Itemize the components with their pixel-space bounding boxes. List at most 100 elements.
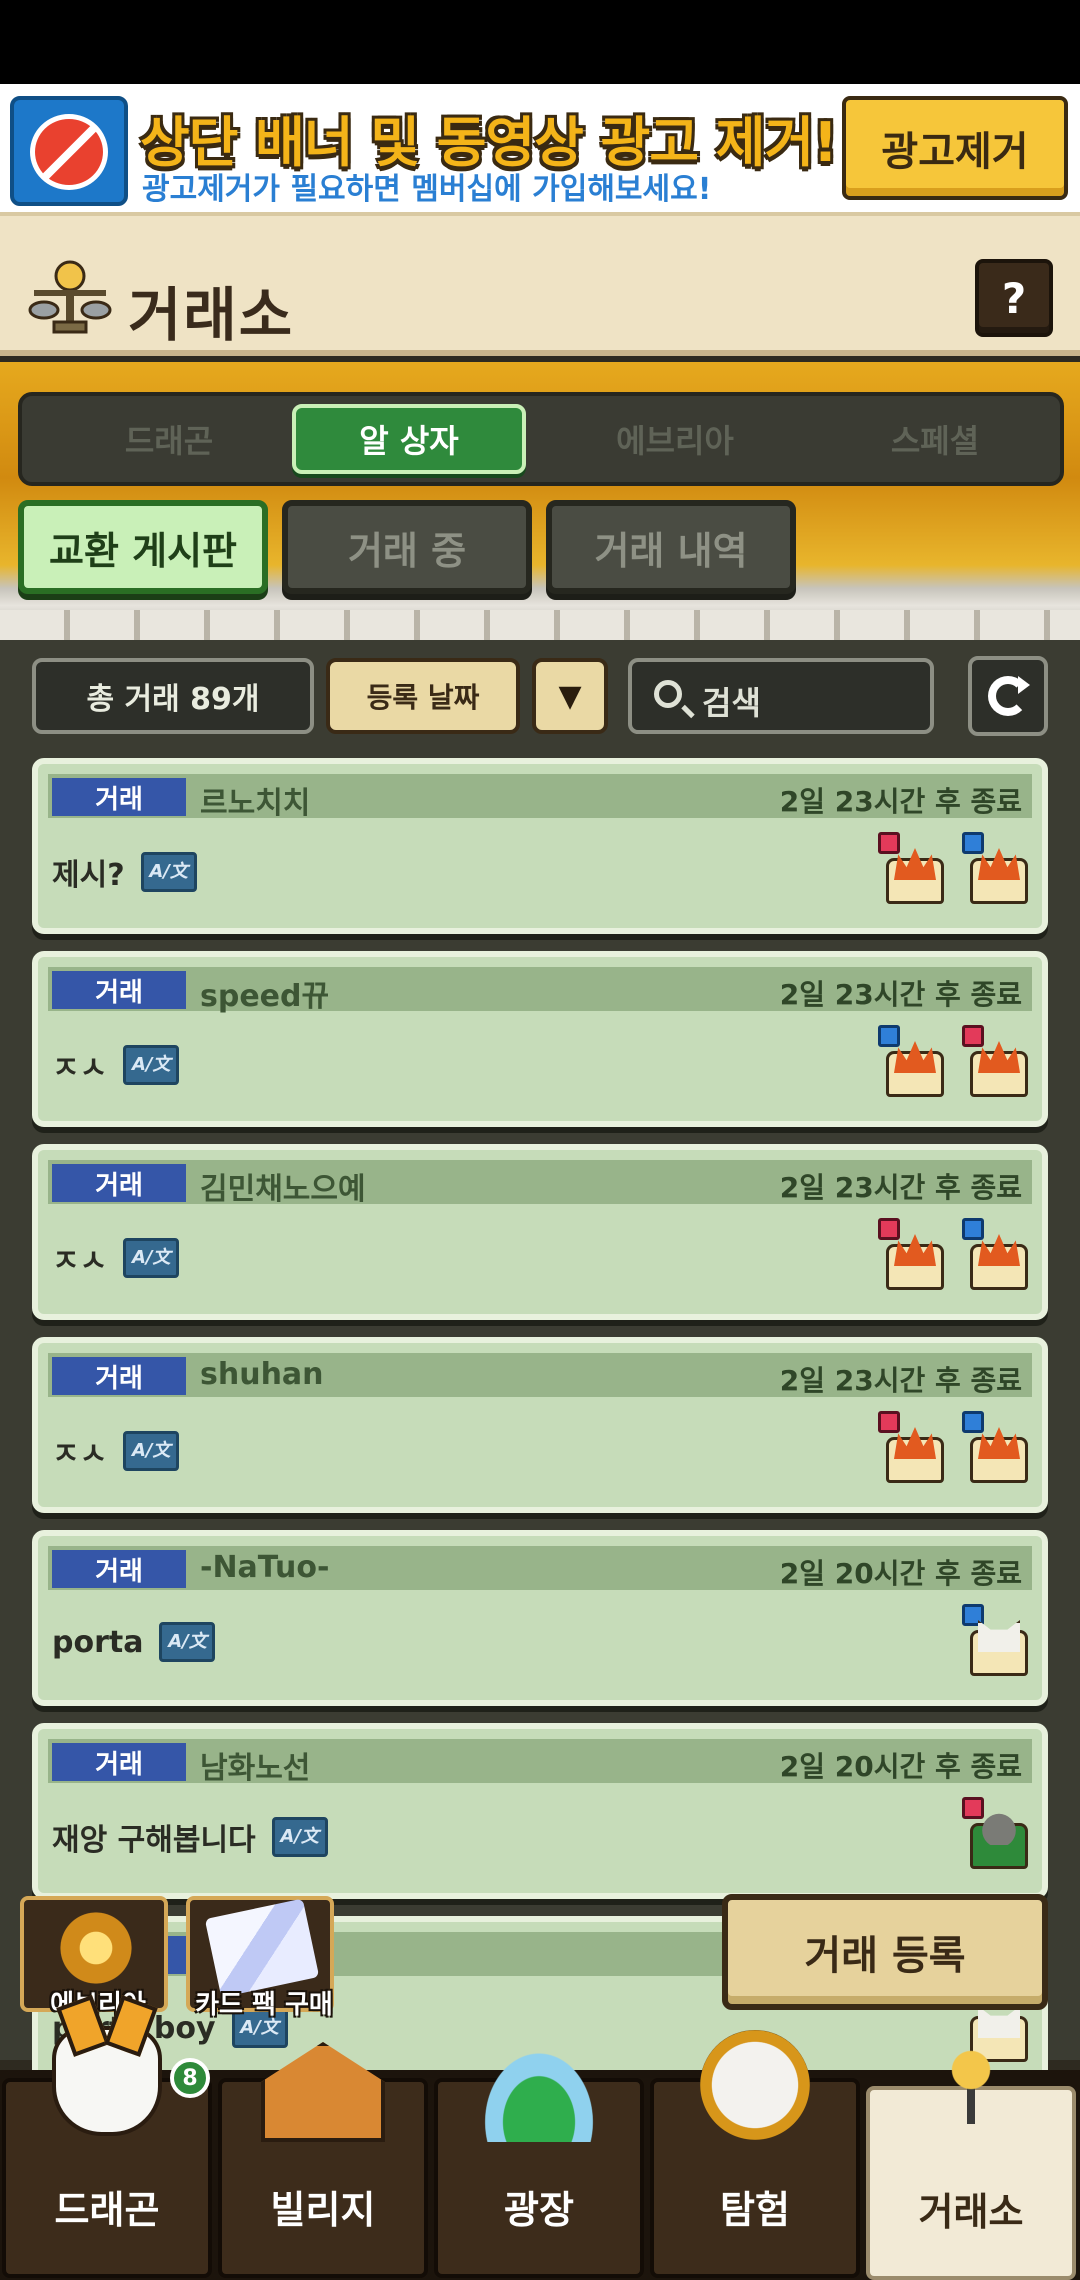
time-remaining: 2일 23시간 후 종료	[779, 978, 1022, 1011]
search-icon	[654, 680, 682, 708]
egg-item-icon	[962, 1025, 1028, 1097]
listing-header: 거래 speed뀨 2일 23시간 후 종료	[48, 967, 1032, 1014]
trade-listing-card[interactable]: 거래 shuhan 2일 23시간 후 종료 ㅈㅅ A/文	[32, 1337, 1048, 1513]
everia-button[interactable]: 에브리아	[20, 1896, 168, 2020]
translate-icon[interactable]: A/文	[123, 1238, 180, 1278]
refresh-icon	[988, 676, 1030, 716]
red-tag-icon	[962, 1797, 984, 1819]
trade-type-badge: 거래	[52, 1164, 186, 1202]
no-ads-clock-icon	[10, 96, 128, 206]
search-placeholder: 검색	[702, 684, 761, 722]
egg-item-icon	[962, 1797, 1028, 1869]
tab-exchange-board[interactable]: 교환 게시판	[18, 500, 268, 594]
message-text: ㅈㅅ	[52, 1051, 108, 1086]
tab-egg-box[interactable]: 알 상자	[292, 404, 526, 474]
remove-ads-button[interactable]: 광고제거	[842, 96, 1068, 200]
egg-item-icon	[878, 1411, 944, 1483]
tab-trade-history[interactable]: 거래 내역	[546, 500, 796, 594]
sort-order-button[interactable]: ▼	[532, 658, 608, 734]
blue-tag-icon	[962, 1218, 984, 1240]
ad-subtitle: 광고제거가 필요하면 멤버십에 가입해보세요!	[142, 172, 712, 207]
time-remaining: 2일 20시간 후 종료	[779, 1557, 1022, 1590]
trade-type-badge: 거래	[52, 1357, 186, 1395]
listing-message: ㅈㅅ A/文	[52, 1429, 180, 1473]
dragon-icon	[52, 2026, 162, 2136]
fountain-icon	[476, 2042, 602, 2142]
listing-message: porta A/文	[52, 1622, 216, 1662]
tab-special[interactable]: 스페셜	[818, 404, 1052, 474]
red-tag-icon	[878, 1218, 900, 1240]
egg-item-icon	[962, 1604, 1028, 1676]
help-button[interactable]: ?	[975, 259, 1053, 337]
nav-dragon[interactable]: 드래곤	[2, 2026, 212, 2278]
seller-name: speed뀨	[200, 979, 330, 1014]
trade-listing-card[interactable]: 거래 speed뀨 2일 23시간 후 종료 ㅈㅅ A/文	[32, 951, 1048, 1127]
status-bar	[0, 0, 1080, 84]
seller-name: 남화노선	[200, 1751, 311, 1786]
page-header: 거래소 ?	[0, 216, 1080, 356]
red-tag-icon	[878, 1411, 900, 1433]
tab-trading[interactable]: 거래 중	[282, 500, 532, 594]
card-pack-button[interactable]: 카드 팩 구매	[186, 1896, 334, 2020]
trade-type-badge: 거래	[52, 1550, 186, 1588]
card-pack-icon	[204, 1898, 320, 1998]
nav-label: 거래소	[918, 2190, 1024, 2234]
time-remaining: 2일 23시간 후 종료	[779, 785, 1022, 818]
tab-everia[interactable]: 에브리아	[558, 404, 792, 474]
egg-item-icon	[878, 832, 944, 904]
card-pack-label: 카드 팩 구매	[195, 1990, 333, 2020]
total-trades-count: 총 거래 89개	[32, 658, 314, 734]
trade-type-badge: 거래	[52, 1743, 186, 1781]
nav-village[interactable]: 빌리지	[218, 2042, 428, 2278]
trade-type-badge: 거래	[52, 778, 186, 816]
red-tag-icon	[962, 1025, 984, 1047]
compass-icon	[700, 2030, 810, 2140]
message-text: ㅈㅅ	[52, 1437, 108, 1472]
translate-icon[interactable]: A/文	[140, 852, 197, 892]
nav-label: 빌리지	[270, 2188, 376, 2232]
trade-listing-card[interactable]: 거래 김민채노으예 2일 23시간 후 종료 ㅈㅅ A/文	[32, 1144, 1048, 1320]
listing-header: 거래 shuhan 2일 23시간 후 종료	[48, 1353, 1032, 1397]
notification-badge: 8	[170, 2058, 210, 2098]
search-input[interactable]: 검색	[628, 658, 934, 734]
nav-label: 광장	[504, 2188, 574, 2232]
blue-tag-icon	[962, 1411, 984, 1433]
nav-exchange[interactable]: 거래소	[866, 2034, 1076, 2280]
tab-dragon[interactable]: 드래곤	[52, 404, 286, 474]
nav-explore[interactable]: 탐험	[650, 2030, 860, 2278]
trade-type-badge: 거래	[52, 971, 186, 1009]
listing-message: ㅈㅅ A/文	[52, 1043, 180, 1087]
time-remaining: 2일 20시간 후 종료	[779, 1750, 1022, 1783]
seller-name: 르노치치	[200, 786, 311, 821]
trade-listing-card[interactable]: 거래 르노치치 2일 23시간 후 종료제시? A/文	[32, 758, 1048, 934]
refresh-button[interactable]	[968, 656, 1048, 736]
blue-tag-icon	[878, 1025, 900, 1047]
listing-header: 거래 르노치치 2일 23시간 후 종료	[48, 774, 1032, 821]
egg-item-icon	[962, 832, 1028, 904]
listing-message: 제시? A/文	[52, 850, 197, 894]
translate-icon[interactable]: A/文	[123, 1431, 180, 1471]
translate-icon[interactable]: A/文	[123, 1045, 180, 1085]
translate-icon[interactable]: A/文	[159, 1622, 216, 1662]
translate-icon[interactable]: A/文	[271, 1817, 328, 1857]
everia-emblem-icon	[46, 1908, 146, 1988]
page-title: 거래소	[128, 281, 295, 349]
message-text: 재앙 구해봅니다	[52, 1823, 256, 1858]
message-text: ㅈㅅ	[52, 1244, 108, 1279]
seller-name: -NaTuo-	[200, 1550, 330, 1585]
blue-tag-icon	[962, 832, 984, 854]
trade-listing-card[interactable]: 거래 -NaTuo- 2일 20시간 후 종료 porta A/文	[32, 1530, 1048, 1706]
register-trade-button[interactable]: 거래 등록	[722, 1894, 1048, 2010]
nav-plaza[interactable]: 광장	[434, 2042, 644, 2278]
time-remaining: 2일 23시간 후 종료	[779, 1364, 1022, 1397]
ad-banner[interactable]: 상단 배너 및 동영상 광고 제거! 광고제거가 필요하면 멤버십에 가입해보세…	[0, 84, 1080, 216]
egg-item-icon	[878, 1218, 944, 1290]
listing-header: 거래 -NaTuo- 2일 20시간 후 종료	[48, 1546, 1032, 1590]
nav-label: 드래곤	[54, 2188, 160, 2232]
sort-select[interactable]: 등록 날짜	[326, 658, 520, 734]
scale-icon	[911, 2034, 1031, 2154]
red-tag-icon	[878, 832, 900, 854]
trade-listing-card[interactable]: 거래 남화노선 2일 20시간 후 종료재앙 구해봅니다 A/文	[32, 1723, 1048, 1899]
listing-message: ㅈㅅ A/文	[52, 1236, 180, 1280]
nav-label: 탐험	[720, 2188, 790, 2232]
